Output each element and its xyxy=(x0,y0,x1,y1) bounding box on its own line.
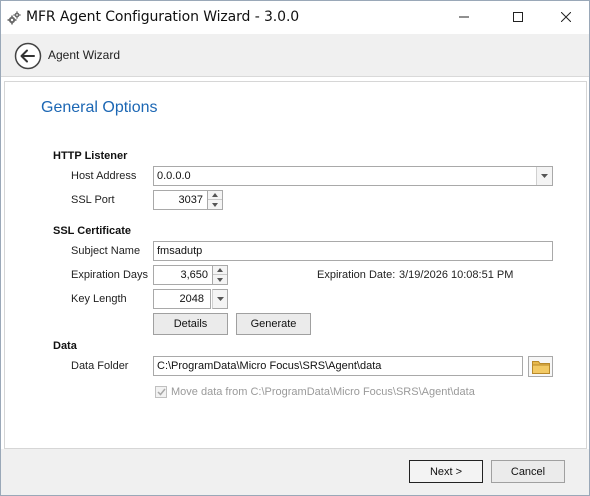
spin-up-icon[interactable] xyxy=(213,266,227,275)
page-title: General Options xyxy=(41,99,158,116)
close-button[interactable] xyxy=(543,1,589,33)
spin-down-icon[interactable] xyxy=(213,275,227,284)
data-folder-label: Data Folder xyxy=(71,360,129,372)
maximize-button[interactable] xyxy=(495,1,541,33)
expiration-days-value: 3,650 xyxy=(180,269,208,281)
spin-up-icon[interactable] xyxy=(208,191,222,200)
spin-down-icon[interactable] xyxy=(208,200,222,209)
subject-name-label: Subject Name xyxy=(71,245,141,257)
move-data-label: Move data from C:\ProgramData\Micro Focu… xyxy=(171,386,475,398)
browse-folder-button[interactable] xyxy=(528,356,553,377)
key-length-dropdown[interactable]: 2048 xyxy=(153,289,211,309)
ssl-port-spinner[interactable] xyxy=(208,190,223,210)
host-address-dropdown[interactable]: 0.0.0.0 xyxy=(153,166,553,186)
wizard-title: Agent Wizard xyxy=(48,48,121,62)
key-length-value: 2048 xyxy=(179,293,204,305)
host-address-dropdown-button[interactable] xyxy=(536,167,552,185)
expiration-days-spinner[interactable] xyxy=(213,265,228,285)
ssl-port-value: 3037 xyxy=(178,194,203,206)
host-address-label: Host Address xyxy=(71,170,137,182)
chevron-down-icon xyxy=(216,297,224,301)
expiration-days-label: Expiration Days xyxy=(71,269,149,281)
cancel-button[interactable]: Cancel xyxy=(491,460,565,483)
ssl-port-label: SSL Port xyxy=(71,194,115,206)
wizard-header: Agent Wizard xyxy=(1,34,589,77)
maximize-icon xyxy=(513,12,523,22)
next-button[interactable]: Next > xyxy=(409,460,483,483)
data-section-title: Data xyxy=(53,340,77,352)
data-folder-value: C:\ProgramData\Micro Focus\SRS\Agent\dat… xyxy=(157,360,382,372)
expiration-date-value: 3/19/2026 10:08:51 PM xyxy=(399,269,514,281)
ssl-port-input[interactable]: 3037 xyxy=(153,190,208,210)
gear-icon xyxy=(7,11,21,25)
expiration-days-input[interactable]: 3,650 xyxy=(153,265,213,285)
expiration-date-label: Expiration Date: xyxy=(317,269,396,281)
minimize-icon xyxy=(459,16,469,18)
ssl-certificate-section-title: SSL Certificate xyxy=(53,225,132,237)
generate-button[interactable]: Generate xyxy=(236,313,311,335)
wizard-window: MFR Agent Configuration Wizard - 3.0.0 A… xyxy=(0,0,590,496)
key-length-dropdown-button[interactable] xyxy=(212,289,228,309)
back-arrow-icon[interactable] xyxy=(14,42,42,70)
data-folder-input[interactable]: C:\ProgramData\Micro Focus\SRS\Agent\dat… xyxy=(153,356,523,376)
minimize-button[interactable] xyxy=(441,1,487,33)
checkmark-icon xyxy=(156,388,166,396)
window-title: MFR Agent Configuration Wizard - 3.0.0 xyxy=(26,9,300,25)
http-listener-section-title: HTTP Listener xyxy=(53,150,128,162)
close-icon xyxy=(561,12,571,22)
folder-icon xyxy=(531,360,550,374)
subject-name-input[interactable]: fmsadutp xyxy=(153,241,553,261)
details-button[interactable]: Details xyxy=(153,313,228,335)
move-data-checkbox[interactable] xyxy=(155,386,167,398)
key-length-label: Key Length xyxy=(71,293,127,305)
host-address-value: 0.0.0.0 xyxy=(157,170,191,182)
chevron-down-icon xyxy=(541,174,548,178)
title-bar: MFR Agent Configuration Wizard - 3.0.0 xyxy=(1,1,589,34)
subject-name-value: fmsadutp xyxy=(157,245,203,257)
